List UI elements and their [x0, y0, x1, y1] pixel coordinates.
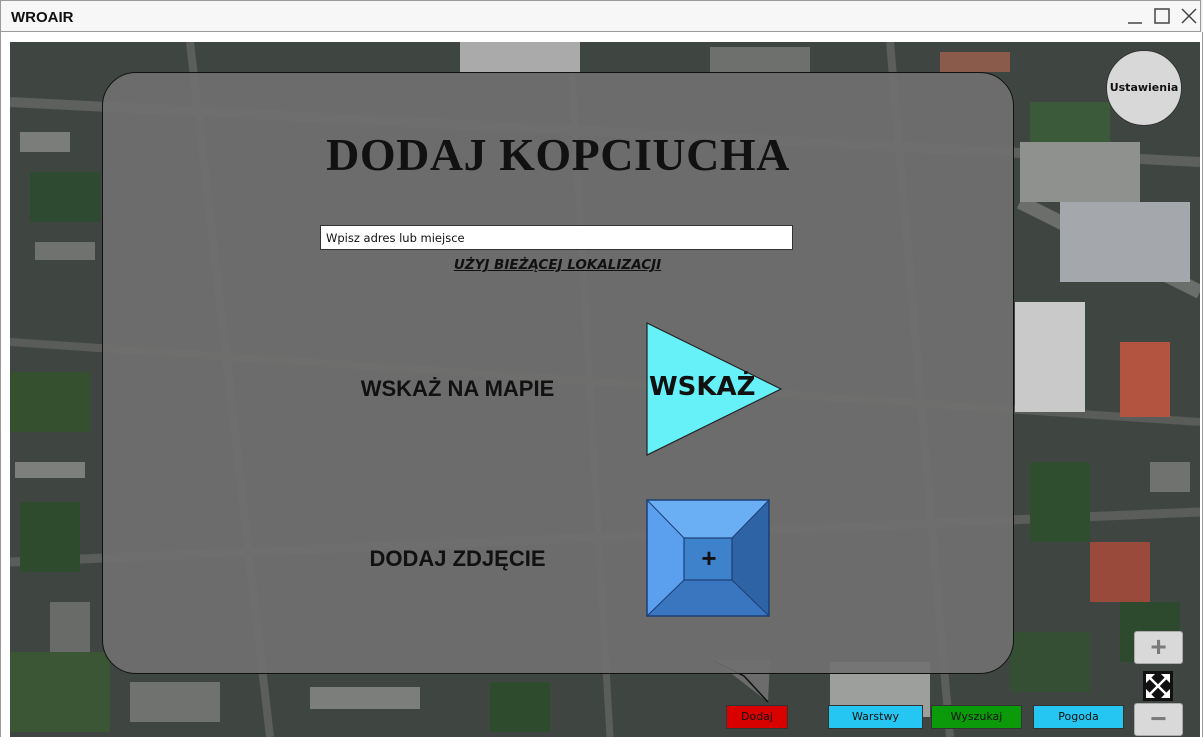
nav-add-button[interactable]: Dodaj	[726, 705, 788, 729]
plus-icon: +	[1150, 631, 1167, 662]
address-search-input[interactable]	[320, 225, 793, 250]
minimize-icon[interactable]	[1125, 6, 1145, 26]
add-photo-label: DODAJ ZDJĘCIE	[369, 546, 546, 571]
nav-search-button[interactable]: Wyszukaj	[931, 705, 1022, 729]
point-on-map-button-label[interactable]: WSKAŻ	[649, 372, 756, 402]
add-photo-plus-icon[interactable]: +	[684, 538, 734, 580]
dialog-title: DODAJ KOPCIUCHA	[326, 129, 790, 180]
maximize-icon[interactable]	[1152, 6, 1172, 26]
nav-layers-button[interactable]: Warstwy	[828, 705, 923, 729]
settings-button[interactable]: Ustawienia	[1106, 50, 1182, 126]
nav-weather-button[interactable]: Pogoda	[1033, 705, 1124, 729]
fullscreen-icon[interactable]	[1143, 671, 1173, 701]
minus-icon: −	[1150, 703, 1167, 734]
close-icon[interactable]	[1179, 6, 1199, 26]
use-current-location-link[interactable]: UŻYJ BIEŻĄCEJ LOKALIZACJI	[420, 257, 695, 273]
window-titlebar: WROAIR	[0, 0, 1201, 32]
point-on-map-label: WSKAŻ NA MAPIE	[360, 376, 555, 401]
app-title: WROAIR	[11, 9, 74, 26]
zoom-out-button[interactable]: −	[1134, 703, 1183, 736]
zoom-in-button[interactable]: +	[1134, 631, 1183, 664]
